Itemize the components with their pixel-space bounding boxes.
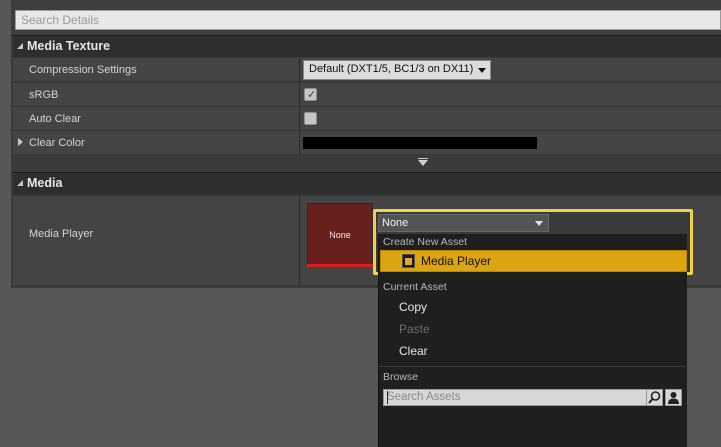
asset-thumbnail[interactable]: None	[307, 203, 373, 267]
property-row-srgb: sRGB	[13, 83, 721, 107]
asset-type-color-bar	[307, 264, 373, 267]
property-label: Media Player	[29, 228, 94, 240]
asset-combo-box[interactable]: None	[378, 214, 549, 232]
menu-heading-create-new-asset: Create New Asset	[383, 236, 468, 248]
search-icon[interactable]	[646, 389, 663, 406]
text-caret	[387, 391, 388, 404]
property-label: Compression Settings	[29, 64, 137, 76]
column-divider[interactable]	[299, 58, 300, 155]
category-title: Media Texture	[27, 39, 111, 53]
search-assets-input[interactable]: Search Assets	[383, 389, 648, 406]
expand-arrow-icon	[418, 160, 428, 166]
property-label: sRGB	[29, 89, 59, 101]
category-media-texture[interactable]: Media Texture	[13, 35, 721, 57]
expander-line	[418, 158, 428, 159]
column-divider[interactable]	[299, 196, 300, 286]
property-label: Auto Clear	[29, 113, 81, 125]
advanced-properties-expander[interactable]	[13, 155, 721, 169]
expand-triangle-icon[interactable]	[18, 138, 23, 146]
chevron-down-icon	[535, 221, 543, 226]
thumbnail-label: None	[329, 230, 351, 240]
menu-item-label: Media Player	[421, 254, 492, 268]
checkmark-icon: ✓	[307, 89, 317, 101]
menu-item-create-media-player[interactable]: Media Player	[380, 250, 687, 272]
media-player-icon	[402, 254, 415, 268]
collapse-triangle-icon	[17, 43, 23, 49]
srgb-checkbox[interactable]: ✓	[304, 88, 317, 101]
combo-value: None	[382, 217, 409, 229]
property-row-auto-clear: Auto Clear	[13, 107, 721, 131]
dropdown-value: Default (DXT1/5, BC1/3 on DX11)	[309, 63, 474, 75]
auto-clear-checkbox[interactable]	[304, 112, 317, 125]
collapse-triangle-icon	[17, 180, 23, 186]
category-media[interactable]: Media	[13, 172, 721, 195]
property-label: Clear Color	[29, 137, 85, 149]
chevron-down-icon	[478, 68, 486, 73]
clear-color-swatch[interactable]	[303, 137, 537, 149]
menu-item-copy[interactable]: Copy	[399, 300, 427, 314]
user-filter-icon[interactable]	[665, 389, 682, 406]
menu-separator	[379, 366, 688, 367]
menu-heading-browse: Browse	[383, 371, 419, 383]
compression-settings-dropdown[interactable]: Default (DXT1/5, BC1/3 on DX11)	[303, 60, 491, 80]
menu-item-clear[interactable]: Clear	[399, 344, 428, 358]
menu-heading-current-asset: Current Asset	[383, 281, 447, 293]
menu-item-paste[interactable]: Paste	[399, 322, 430, 336]
search-details-input[interactable]: Search Details	[15, 10, 721, 30]
category-title: Media	[27, 176, 63, 190]
